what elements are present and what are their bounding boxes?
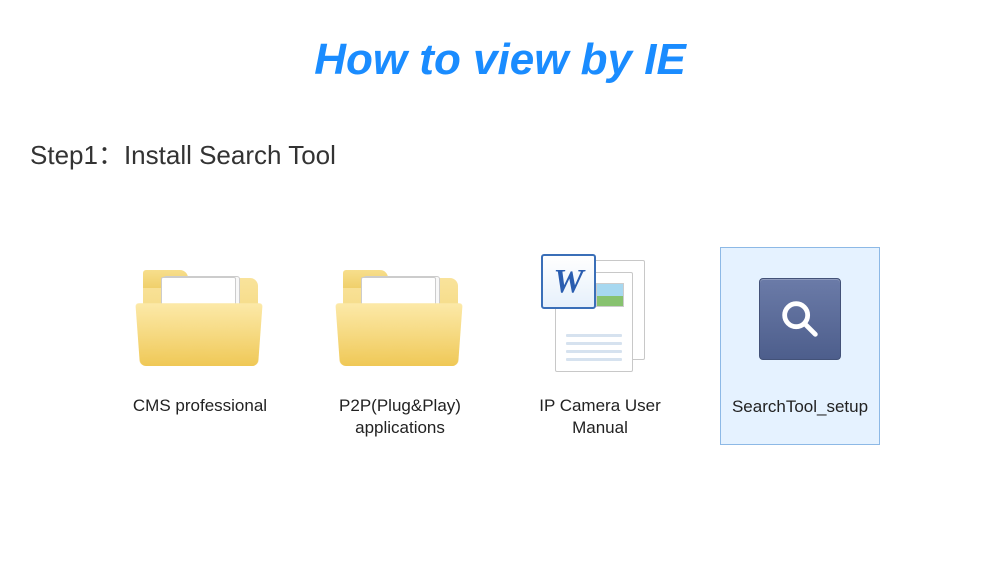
file-item-cms-professional[interactable]: CMS professional [120,247,280,445]
folder-icon [343,271,458,366]
file-label: CMS professional [133,395,267,417]
file-label: P2P(Plug&Play) applications [326,395,474,439]
search-tool-icon [759,278,841,360]
file-item-p2p-applications[interactable]: P2P(Plug&Play) applications [320,247,480,445]
folder-icon [143,271,258,366]
file-item-ip-camera-manual[interactable]: W IP Camera User Manual [520,247,680,445]
file-label: SearchTool_setup [732,396,868,418]
file-label: IP Camera User Manual [526,395,674,439]
file-icon-row: CMS professional P2P(Plug&Play) applicat… [0,247,1000,445]
step-heading: Step1：Install Search Tool [30,135,1000,172]
file-item-searchtool-setup[interactable]: SearchTool_setup [720,247,880,445]
page-title: How to view by IE [0,35,1000,85]
word-document-icon: W [545,258,655,378]
